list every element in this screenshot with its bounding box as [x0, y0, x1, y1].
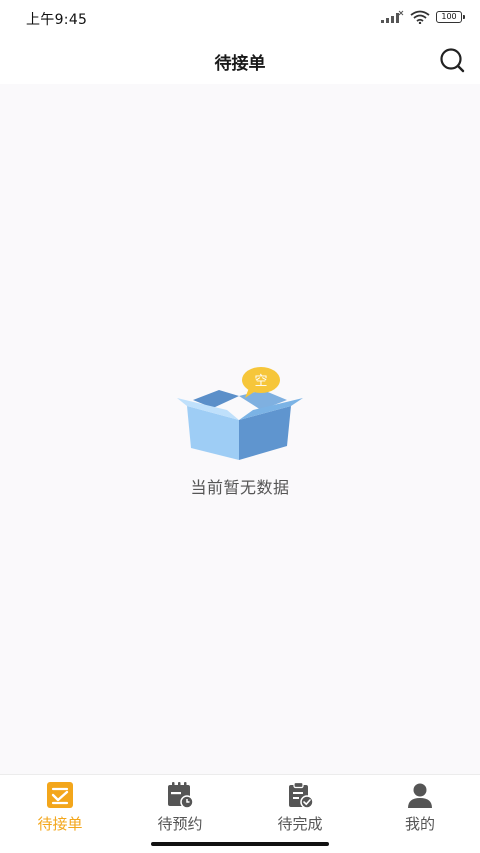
order-list-area[interactable]: 空 当前暂无数据: [0, 84, 480, 774]
top-app-bar: 待接单: [0, 36, 480, 84]
signal-icon: [381, 10, 404, 23]
battery-level: 100: [441, 12, 457, 21]
wifi-icon: [410, 10, 430, 24]
page-title: 待接单: [214, 54, 266, 74]
clipboard-check-icon: [289, 781, 314, 809]
status-time: 上午9:45: [26, 12, 88, 28]
tab-label: 待完成: [277, 815, 323, 833]
tab-pending-orders[interactable]: 待接单: [0, 775, 120, 841]
tab-label: 我的: [404, 815, 435, 833]
user-icon: [408, 783, 432, 808]
calendar-clock-icon: [168, 782, 194, 809]
search-icon: [440, 48, 465, 73]
empty-box-illustration: 空: [177, 367, 303, 460]
tab-pending-appointment[interactable]: 待预约: [120, 775, 240, 841]
empty-state: 空 当前暂无数据: [0, 366, 480, 498]
status-icons: 100: [380, 10, 465, 24]
tab-mine[interactable]: 我的: [360, 775, 480, 841]
status-bar: 上午9:45 100: [0, 0, 480, 36]
search-button[interactable]: [438, 46, 466, 74]
tab-label: 待接单: [37, 815, 83, 833]
tab-label: 待预约: [157, 815, 203, 833]
empty-badge-text: 空: [254, 374, 267, 389]
home-indicator[interactable]: [151, 842, 329, 846]
tab-pending-completion[interactable]: 待完成: [240, 775, 360, 841]
battery-icon: 100: [436, 11, 465, 23]
pending-orders-icon: [47, 782, 73, 808]
empty-message: 当前暂无数据: [190, 478, 290, 497]
